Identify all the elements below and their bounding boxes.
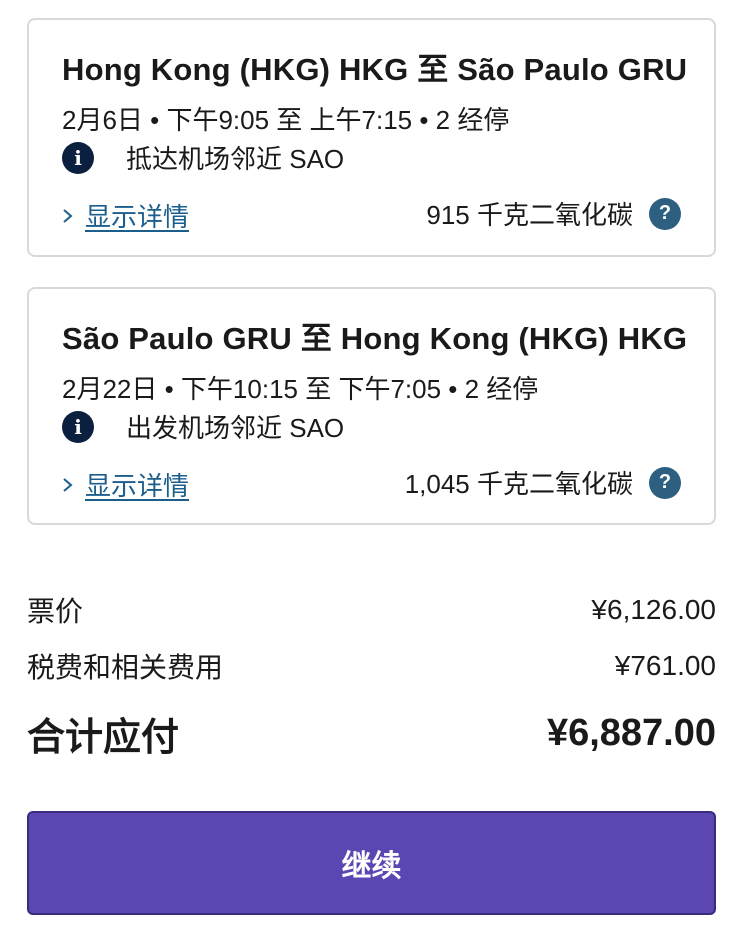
- info-icon: i: [62, 141, 94, 174]
- taxes-label: 税费和相关费用: [27, 652, 224, 683]
- co2-value: 915 千克二氧化碳: [426, 200, 633, 230]
- total-row: 合计应付 ¥6,887.00: [27, 706, 716, 761]
- airport-note-row: i 出发机场邻近 SAO: [62, 408, 344, 445]
- show-details-link[interactable]: 显示详情: [62, 197, 189, 234]
- total-value: ¥6,887.00: [546, 712, 716, 754]
- show-details-link[interactable]: 显示详情: [62, 466, 189, 503]
- info-icon: i: [62, 410, 94, 443]
- fare-label: 票价: [27, 596, 84, 627]
- flight-route: Hong Kong (HKG) HKG 至 São Paulo GRU: [62, 52, 688, 87]
- flight-card-return: São Paulo GRU 至 Hong Kong (HKG) HKG 2月22…: [27, 287, 716, 525]
- question-icon[interactable]: ?: [649, 466, 681, 499]
- taxes-row: 税费和相关费用 ¥761.00: [27, 646, 716, 686]
- chevron-right-icon: [63, 477, 73, 492]
- total-label: 合计应付: [27, 717, 180, 759]
- fare-row: 票价 ¥6,126.00: [27, 590, 716, 630]
- flight-times: 2月22日 • 下午10:15 至 下午7:05 • 2 经停: [62, 374, 539, 404]
- continue-button[interactable]: 继续: [27, 811, 716, 915]
- fare-value: ¥6,126.00: [591, 594, 716, 625]
- co2-emissions: 915 千克二氧化碳 ?: [426, 195, 681, 232]
- flight-times: 2月6日 • 下午9:05 至 上午7:15 • 2 经停: [62, 105, 510, 135]
- checkout-summary: Hong Kong (HKG) HKG 至 São Paulo GRU 2月6日…: [0, 0, 740, 932]
- show-details-label[interactable]: 显示详情: [85, 466, 189, 503]
- airport-note: 抵达机场邻近 SAO: [126, 144, 345, 174]
- airport-note-row: i 抵达机场邻近 SAO: [62, 139, 344, 176]
- show-details-label[interactable]: 显示详情: [85, 197, 189, 234]
- chevron-right-icon: [63, 208, 73, 223]
- question-icon[interactable]: ?: [649, 197, 681, 230]
- airport-note: 出发机场邻近 SAO: [126, 413, 345, 443]
- taxes-value: ¥761.00: [614, 650, 716, 681]
- flight-card-outbound: Hong Kong (HKG) HKG 至 São Paulo GRU 2月6日…: [27, 18, 716, 257]
- co2-value: 1,045 千克二氧化碳: [404, 469, 633, 499]
- co2-emissions: 1,045 千克二氧化碳 ?: [405, 464, 681, 501]
- flight-route: São Paulo GRU 至 Hong Kong (HKG) HKG: [62, 321, 688, 356]
